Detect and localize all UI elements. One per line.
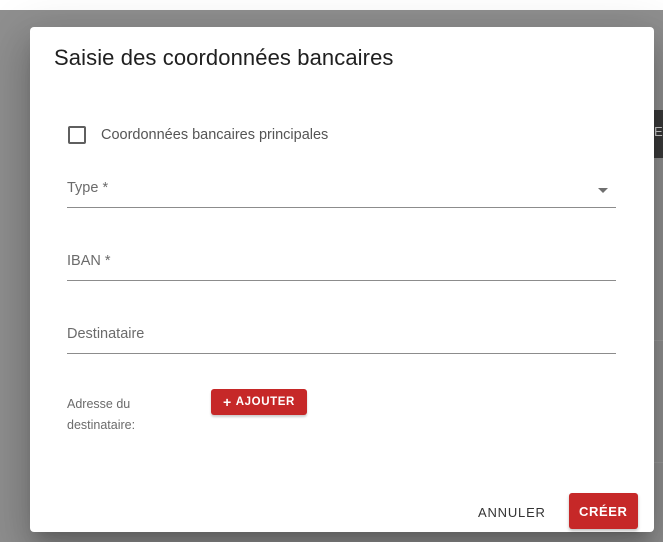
iban-label: IBAN * xyxy=(67,253,111,269)
type-label: Type * xyxy=(67,180,109,196)
plus-icon: + xyxy=(223,394,232,410)
checkbox-label: Coordonnées bancaires principales xyxy=(101,127,329,143)
dialog-title: Saisie des coordonnées bancaires xyxy=(54,45,394,70)
recipient-input[interactable]: Destinataire xyxy=(67,321,616,354)
create-button[interactable]: CRÉER xyxy=(569,493,638,529)
iban-input[interactable]: IBAN * xyxy=(67,248,616,281)
dropdown-arrow-icon[interactable] xyxy=(598,188,608,193)
main-bank-details-checkbox[interactable]: Coordonnées bancaires principales xyxy=(68,126,328,144)
address-label-line1: Adresse du xyxy=(67,397,131,411)
type-select[interactable]: Type * xyxy=(67,175,616,208)
backdrop-page-top xyxy=(0,0,663,10)
cancel-button[interactable]: ANNULER xyxy=(470,495,554,529)
address-label-line2: destinataire: xyxy=(67,418,136,432)
backdrop-divider xyxy=(653,340,663,341)
bank-details-dialog: Saisie des coordonnées bancaires Coordon… xyxy=(30,27,654,532)
add-button-label: AJOUTER xyxy=(235,396,295,408)
recipient-label: Destinataire xyxy=(67,326,145,342)
checkbox-icon[interactable] xyxy=(68,126,86,144)
backdrop-divider xyxy=(653,462,663,463)
backdrop-tab-text: E xyxy=(654,124,663,139)
add-address-button[interactable]: + AJOUTER xyxy=(211,389,307,415)
recipient-address-label: Adresse du destinataire: xyxy=(67,394,177,436)
